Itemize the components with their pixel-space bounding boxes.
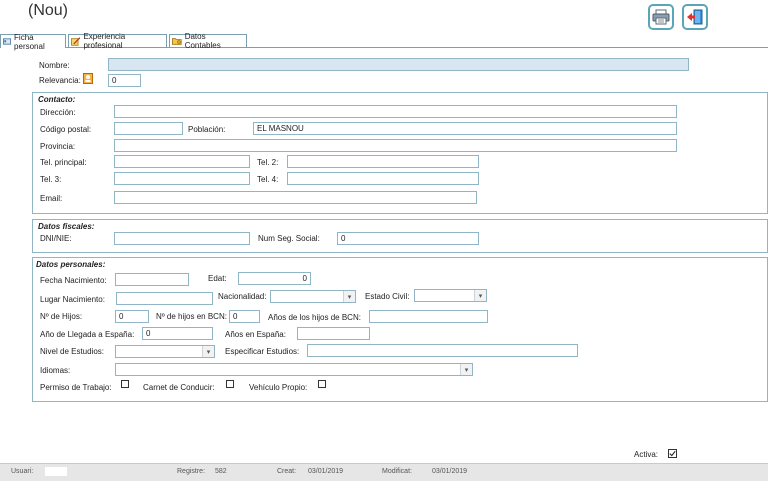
- estado-civil-select[interactable]: ▾: [414, 289, 487, 302]
- nacionalidad-label: Nacionalidad:: [218, 292, 267, 301]
- activa-checkbox[interactable]: [668, 449, 677, 458]
- creat-label: Creat:: [277, 468, 297, 475]
- poblacion-label: Población:: [188, 125, 226, 134]
- nacionalidad-select[interactable]: ▾: [270, 290, 356, 303]
- poblacion-input[interactable]: EL MASNOU: [253, 122, 677, 135]
- chevron-down-icon: ▾: [202, 346, 214, 357]
- email-input[interactable]: [114, 191, 477, 204]
- nivel-estudios-select[interactable]: ▾: [115, 345, 215, 358]
- tab-experiencia-profesional[interactable]: Experiencia profesional: [68, 32, 167, 50]
- carnet-checkbox[interactable]: [226, 380, 234, 388]
- num-hijos-label: Nº de Hijos:: [40, 312, 83, 321]
- hijos-bcn-label: Nº de hijos en BCN:: [156, 312, 227, 321]
- nombre-input[interactable]: [108, 58, 689, 71]
- tel4-input[interactable]: [287, 172, 479, 185]
- num-hijos-input[interactable]: 0: [115, 310, 149, 323]
- chevron-down-icon: ▾: [343, 291, 355, 302]
- relevancia-input[interactable]: 0: [108, 74, 141, 87]
- chevron-down-icon: ▾: [460, 364, 472, 375]
- dni-label: DNI/NIE:: [40, 234, 72, 243]
- especificar-estudios-input[interactable]: [307, 344, 578, 357]
- personales-title: Datos personales:: [36, 260, 106, 269]
- tab-datos-contables[interactable]: Datos Contables: [169, 32, 247, 50]
- nombre-label: Nombre:: [39, 61, 70, 70]
- contacto-title: Contacto:: [38, 95, 76, 104]
- permiso-trabajo-checkbox[interactable]: [121, 380, 129, 388]
- usuari-label: Usuari:: [11, 468, 34, 475]
- relevancia-label: Relevancia:: [39, 76, 81, 85]
- anos-espana-input[interactable]: [297, 327, 370, 340]
- direccion-input[interactable]: [114, 105, 677, 118]
- ano-llegada-input[interactable]: 0: [142, 327, 213, 340]
- registre-value: 582: [215, 468, 227, 475]
- dni-input[interactable]: [114, 232, 250, 245]
- relevancia-icon: [83, 73, 93, 84]
- chevron-down-icon: ▾: [474, 290, 486, 301]
- anos-hijos-bcn-label: Años de los hijos de BCN:: [268, 313, 361, 322]
- vehiculo-checkbox[interactable]: [318, 380, 326, 388]
- permiso-trabajo-label: Permiso de Trabajo:: [40, 383, 112, 392]
- tel4-label: Tel. 4:: [257, 175, 279, 184]
- ano-llegada-label: Año de Llegada a España:: [40, 330, 135, 339]
- edat-input[interactable]: 0: [238, 272, 311, 285]
- provincia-label: Provincia:: [40, 142, 76, 151]
- tab-experiencia-label: Experiencia profesional: [83, 32, 126, 50]
- check-icon: [669, 450, 676, 457]
- tel2-input[interactable]: [287, 155, 479, 168]
- lugar-nacimiento-input[interactable]: [116, 292, 213, 305]
- anos-espana-label: Años en España:: [225, 330, 286, 339]
- registre-label: Registre:: [177, 468, 206, 475]
- anos-hijos-bcn-input[interactable]: [369, 310, 488, 323]
- nss-input[interactable]: 0: [337, 232, 479, 245]
- vehiculo-label: Vehículo Propio:: [249, 383, 308, 392]
- fiscales-title: Datos fiscales:: [38, 222, 95, 231]
- edat-label: Edat:: [208, 274, 227, 283]
- tel3-input[interactable]: [114, 172, 250, 185]
- nss-label: Num Seg. Social:: [258, 234, 320, 243]
- nivel-estudios-label: Nivel de Estudios:: [40, 347, 105, 356]
- codigo-postal-label: Código postal:: [40, 125, 92, 134]
- direccion-label: Dirección:: [40, 108, 76, 117]
- usuari-value-box: [45, 467, 67, 476]
- tel3-label: Tel. 3:: [40, 175, 62, 184]
- fecha-nacimiento-input[interactable]: [115, 273, 189, 286]
- modificat-value: 03/01/2019: [432, 468, 468, 475]
- id-card-icon: [3, 38, 12, 45]
- edit-note-icon: [71, 36, 81, 46]
- tab-ficha-personal-label: Ficha personal: [14, 32, 45, 51]
- hijos-bcn-input[interactable]: 0: [229, 310, 260, 323]
- carnet-label: Carnet de Conducir:: [143, 383, 215, 392]
- exit-button[interactable]: [682, 4, 708, 30]
- activa-label: Activa:: [634, 450, 659, 459]
- tab-ficha-personal[interactable]: Ficha personal: [0, 32, 66, 51]
- page-title: (Nou): [28, 2, 69, 19]
- email-label: Email:: [40, 194, 63, 203]
- folder-coins-icon: [172, 38, 182, 45]
- fecha-nacimiento-label: Fecha Nacimiento:: [40, 276, 107, 285]
- lugar-nacimiento-label: Lugar Nacimiento:: [40, 295, 105, 304]
- tel2-label: Tel. 2:: [257, 158, 279, 167]
- tab-datos-contables-label: Datos Contables: [184, 32, 221, 50]
- print-button[interactable]: [648, 4, 674, 30]
- modificat-label: Modificat:: [382, 468, 412, 475]
- estado-civil-label: Estado Civil:: [365, 292, 410, 301]
- idiomas-label: Idiomas:: [40, 366, 71, 375]
- provincia-input[interactable]: [114, 139, 677, 152]
- idiomas-select[interactable]: ▾: [115, 363, 473, 376]
- codigo-postal-input[interactable]: [114, 122, 183, 135]
- creat-value: 03/01/2019: [308, 468, 344, 475]
- printer-icon: [652, 9, 670, 25]
- exit-door-icon: [687, 9, 703, 25]
- status-bar: Usuari: Registre: 582 Creat: 03/01/2019 …: [0, 463, 768, 481]
- especificar-estudios-label: Especificar Estudios:: [225, 347, 300, 356]
- tel-principal-input[interactable]: [114, 155, 250, 168]
- tel-principal-label: Tel. principal:: [40, 158, 87, 167]
